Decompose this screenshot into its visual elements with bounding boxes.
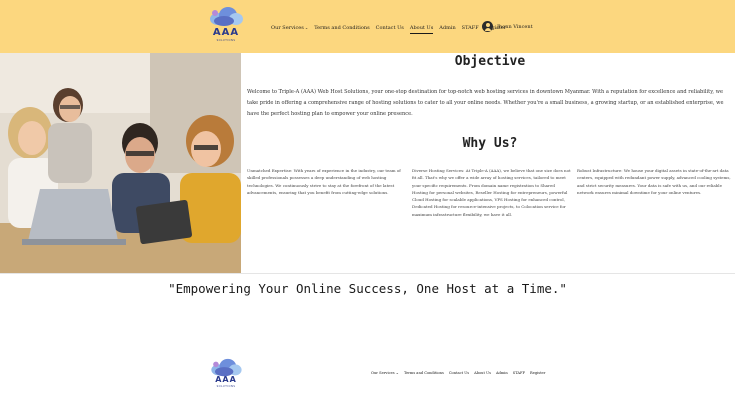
footer-logo-subtext: SOLUTIONS <box>216 385 236 388</box>
main-nav: Our Services⌄ Terms and Conditions Conta… <box>271 22 512 34</box>
objective-title: Objective <box>454 54 526 69</box>
why-us-column-infrastructure: Robust Infrastructure: We house your dig… <box>577 168 731 195</box>
footer-nav-terms-and-conditions[interactable]: Terms and Conditions <box>404 371 444 375</box>
footer-nav-about-us[interactable]: About Us <box>474 371 491 375</box>
user-name: Jhonn Vincent <box>497 23 533 30</box>
nav-staff[interactable]: STAFF <box>462 25 479 31</box>
nav-terms-and-conditions[interactable]: Terms and Conditions <box>314 25 369 31</box>
user-menu[interactable]: Jhonn Vincent <box>482 21 533 32</box>
chevron-down-icon: ⌄ <box>395 370 399 375</box>
nav-admin[interactable]: Admin <box>439 25 455 31</box>
footer-nav: Our Services⌄ Terms and Conditions Conta… <box>371 370 550 375</box>
section-divider <box>0 273 735 274</box>
footer-nav-our-services-label: Our Services <box>371 371 395 375</box>
logo-subtext: SOLUTIONS <box>216 39 236 42</box>
logo-text: AAA <box>212 27 240 38</box>
nav-our-services-label: Our Services <box>271 25 304 31</box>
nav-our-services[interactable]: Our Services⌄ <box>271 25 308 31</box>
cloud-logo-icon <box>210 7 243 26</box>
objective-text: Welcome to Triple-A (AAA) Web Host Solut… <box>247 89 724 117</box>
footer-nav-register[interactable]: Register <box>530 371 545 375</box>
chevron-down-icon: ⌄ <box>304 25 309 30</box>
nav-about-us[interactable]: About Us <box>409 25 434 34</box>
hero-image <box>0 53 241 273</box>
why-us-column-expertise: Unmatched Expertise: With years of exper… <box>247 168 401 195</box>
footer-logo-text: AAA <box>215 375 237 384</box>
site-header: AAA SOLUTIONS Our Services⌄ Terms and Co… <box>0 0 735 53</box>
footer-logo[interactable]: AAA SOLUTIONS <box>207 357 245 395</box>
footer-nav-admin[interactable]: Admin <box>496 371 508 375</box>
why-us-title: Why Us? <box>462 136 518 151</box>
nav-contact-us[interactable]: Contact Us <box>376 25 404 31</box>
footer-nav-staff[interactable]: STAFF <box>513 371 525 375</box>
user-avatar-icon <box>482 21 493 32</box>
footer-nav-our-services[interactable]: Our Services⌄ <box>371 370 399 375</box>
students-photo-illustration <box>0 53 241 273</box>
tagline-quote: "Empowering Your Online Success, One Hos… <box>168 281 567 296</box>
why-us-column-services: Diverse Hosting Services: At Triple-A (A… <box>412 168 571 217</box>
site-logo[interactable]: AAA SOLUTIONS <box>206 5 246 45</box>
footer-nav-contact-us[interactable]: Contact Us <box>449 371 469 375</box>
